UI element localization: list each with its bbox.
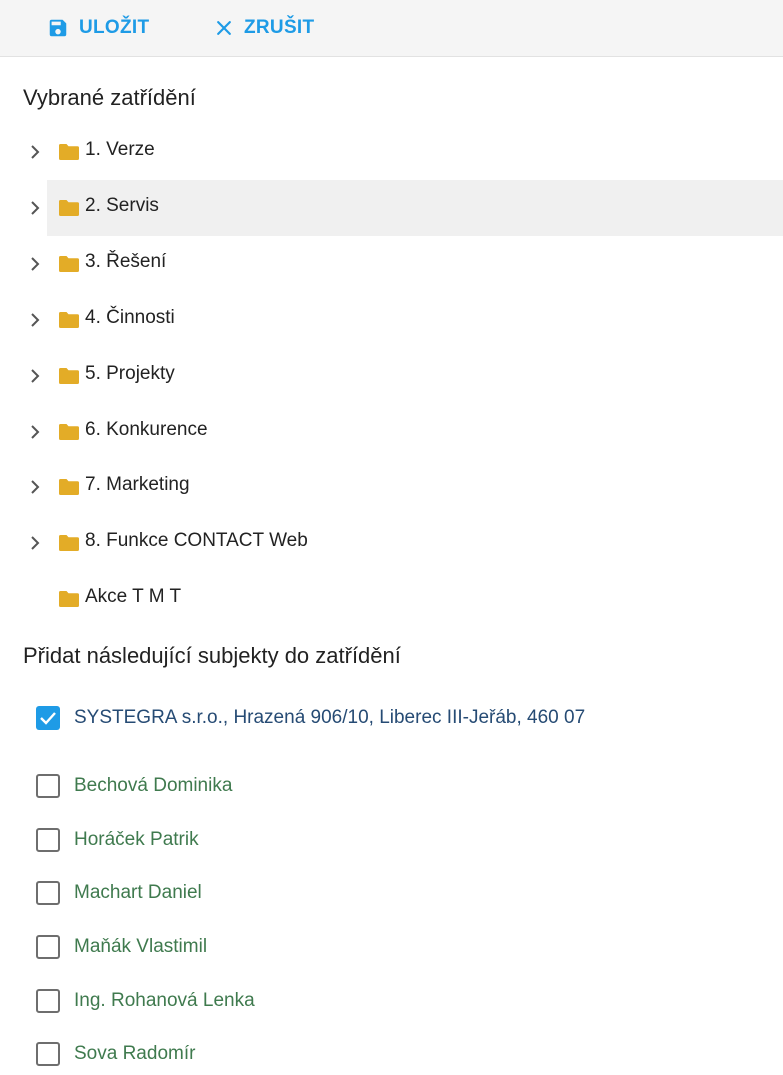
tree-item-label: 4. Činnosti [85, 307, 175, 328]
checkbox-checked[interactable] [36, 706, 60, 730]
subject-label: Maňák Vlastimil [74, 936, 208, 957]
chevron-right-icon[interactable] [27, 142, 43, 162]
folder-icon [58, 423, 80, 441]
cancel-label: ZRUŠIT [244, 17, 315, 38]
chevron-right-icon[interactable] [27, 477, 43, 497]
folder-icon [58, 311, 80, 329]
chevron-right-icon[interactable] [27, 366, 43, 386]
checkbox[interactable] [36, 935, 60, 959]
subject-item[interactable]: Ing. Rohanová Lenka [0, 982, 783, 1022]
tree-item-background [47, 124, 783, 180]
tree-item[interactable]: 8. Funkce CONTACT Web [0, 515, 783, 571]
subject-label: Bechová Dominika [74, 775, 233, 796]
selected-classification-title: Vybrané zatřídění [23, 85, 196, 110]
save-label: ULOŽIT [79, 17, 150, 38]
floppy-disk-icon [47, 17, 69, 39]
checkbox[interactable] [36, 1042, 60, 1066]
tree-item[interactable]: 2. Servis [0, 180, 783, 236]
tree-item[interactable]: 1. Verze [0, 124, 783, 180]
tree-item-label: 2. Servis [85, 195, 159, 216]
tree-item[interactable]: Akce T M T [0, 571, 783, 627]
folder-icon [58, 143, 80, 161]
chevron-right-icon[interactable] [27, 198, 43, 218]
save-button[interactable]: ULOŽIT [47, 0, 149, 56]
tree-item[interactable]: 4. Činnosti [0, 292, 783, 348]
subject-item[interactable]: Bechová Dominika [0, 767, 783, 807]
checkbox[interactable] [36, 828, 60, 852]
checkmark-icon [40, 712, 56, 725]
checkbox[interactable] [36, 774, 60, 798]
subject-item[interactable]: Sova Radomír [0, 1035, 783, 1075]
subject-label: Ing. Rohanová Lenka [74, 990, 255, 1011]
folder-icon [58, 478, 80, 496]
tree-item-label: 1. Verze [85, 139, 155, 160]
folder-icon [58, 590, 80, 608]
checkbox[interactable] [36, 881, 60, 905]
checkbox[interactable] [36, 989, 60, 1013]
chevron-right-icon[interactable] [27, 254, 43, 274]
subject-label: Machart Daniel [74, 882, 202, 903]
folder-icon [58, 367, 80, 385]
tree-item-label: 3. Řešení [85, 251, 167, 272]
tree-item[interactable]: 3. Řešení [0, 236, 783, 292]
subject-item[interactable]: Horáček Patrik [0, 821, 783, 861]
tree-item-label: 6. Konkurence [85, 419, 208, 440]
tree-item-label: 5. Projekty [85, 363, 175, 384]
toolbar: ULOŽIT ZRUŠIT [0, 0, 783, 57]
subject-item[interactable]: Machart Daniel [0, 874, 783, 914]
cancel-button[interactable]: ZRUŠIT [214, 0, 314, 56]
tree-item[interactable]: 5. Projekty [0, 348, 783, 404]
subject-label: Horáček Patrik [74, 829, 199, 850]
folder-icon [58, 199, 80, 217]
subject-item[interactable]: Maňák Vlastimil [0, 928, 783, 968]
add-subjects-title: Přidat následující subjekty do zatřídění [23, 643, 401, 668]
subject-label: Sova Radomír [74, 1043, 196, 1064]
folder-icon [58, 534, 80, 552]
subject-label: SYSTEGRA s.r.o., Hrazená 906/10, Liberec… [74, 707, 586, 728]
chevron-right-icon[interactable] [27, 310, 43, 330]
tree-item-label: 8. Funkce CONTACT Web [85, 530, 308, 551]
tree-item-label: Akce T M T [85, 586, 182, 607]
subject-item[interactable]: SYSTEGRA s.r.o., Hrazená 906/10, Liberec… [0, 699, 783, 739]
folder-icon [58, 255, 80, 273]
tree-item[interactable]: 6. Konkurence [0, 404, 783, 460]
chevron-right-icon[interactable] [27, 422, 43, 442]
tree-item[interactable]: 7. Marketing [0, 459, 783, 515]
tree-item-label: 7. Marketing [85, 474, 190, 495]
chevron-right-icon[interactable] [27, 533, 43, 553]
close-icon [214, 18, 234, 38]
